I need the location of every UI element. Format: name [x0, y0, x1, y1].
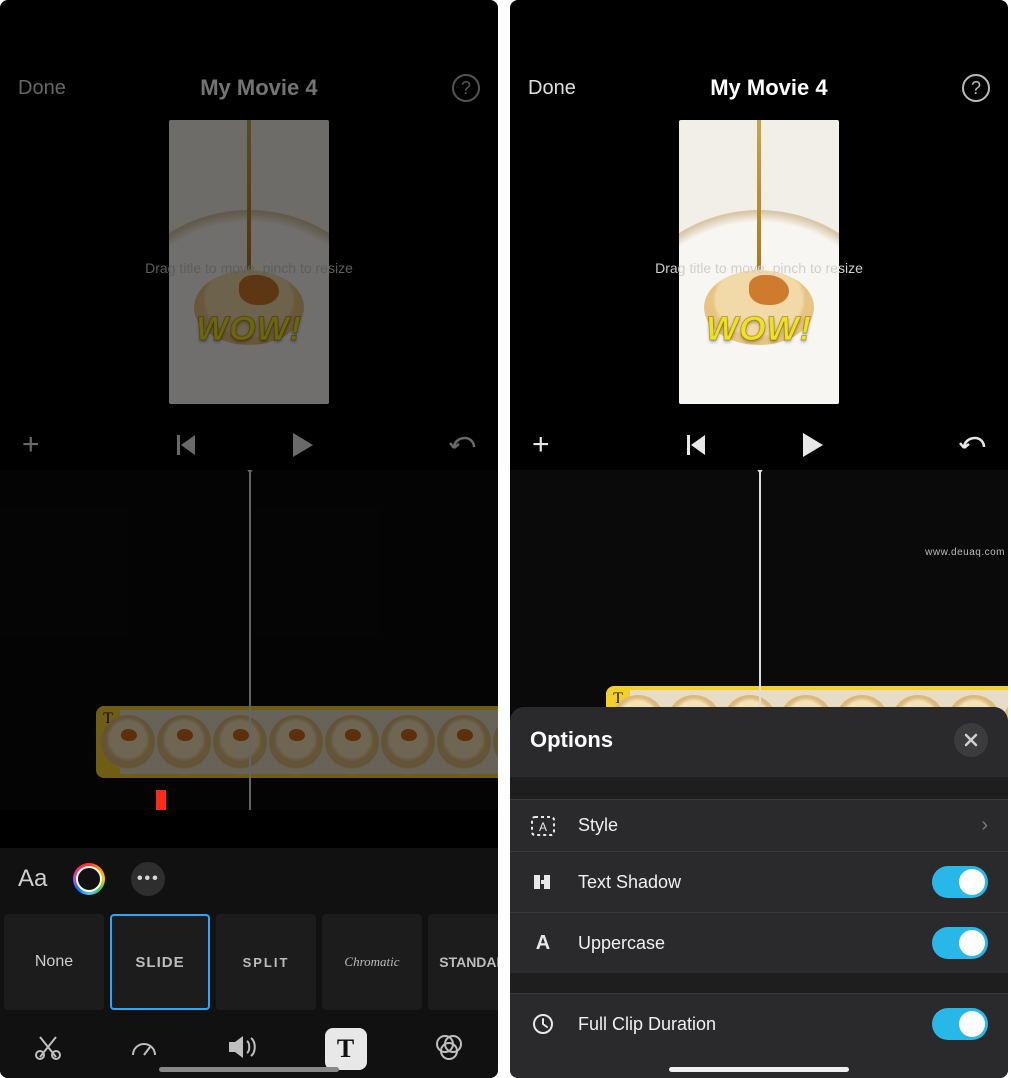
text-shadow-toggle[interactable]: [932, 866, 988, 898]
titles-tab-icon[interactable]: T: [325, 1028, 367, 1070]
style-standard[interactable]: STANDARD: [428, 914, 498, 1010]
project-title: My Movie 4: [710, 75, 827, 101]
close-button[interactable]: [954, 723, 988, 757]
cut-tab-icon[interactable]: [34, 1033, 62, 1066]
style-split[interactable]: SPLIT: [216, 914, 316, 1010]
sheet-separator: [510, 973, 1008, 993]
row-text-shadow[interactable]: Text Shadow: [510, 851, 1008, 912]
play-button[interactable]: [291, 433, 313, 457]
home-indicator[interactable]: [669, 1067, 849, 1072]
row-uppercase[interactable]: A Uppercase: [510, 912, 1008, 973]
title-toolbar: Aa ••• None SLIDE SPLIT Chromatic STANDA…: [0, 848, 498, 1078]
style-slide[interactable]: SLIDE: [110, 914, 210, 1010]
help-button[interactable]: ?: [962, 74, 990, 102]
timeline-controls: +: [0, 420, 498, 470]
style-icon: A: [530, 816, 556, 836]
clip-thumb: [269, 715, 323, 769]
undo-button[interactable]: [448, 434, 476, 456]
clock-icon: [530, 1013, 556, 1035]
help-button[interactable]: ?: [452, 74, 480, 102]
clip-thumb: [157, 715, 211, 769]
add-media-button[interactable]: +: [532, 428, 550, 462]
syrup-graphic: [749, 275, 789, 305]
preview-area[interactable]: WOW! Drag title to move, pinch to resize: [0, 120, 498, 420]
watermark: www.deuaq.com: [925, 547, 1005, 558]
preview-area[interactable]: WOW! Drag title to move, pinch to resize: [510, 120, 1008, 420]
volume-tab-icon[interactable]: [227, 1034, 257, 1065]
timeline-controls: +: [510, 420, 1008, 470]
drag-hint: Drag title to move, pinch to resize: [0, 260, 498, 276]
playhead[interactable]: [249, 470, 251, 810]
style-none[interactable]: None: [4, 914, 104, 1010]
skip-to-start-button[interactable]: [175, 435, 197, 455]
uppercase-icon: A: [530, 932, 556, 955]
clip-thumb: [493, 715, 498, 769]
clip-thumb: [325, 715, 379, 769]
row-label: Uppercase: [578, 933, 665, 954]
clip-thumb: [437, 715, 491, 769]
skip-to-start-button[interactable]: [685, 435, 707, 455]
done-button[interactable]: Done: [18, 77, 66, 100]
play-button[interactable]: [801, 433, 823, 457]
right-screenshot: Done My Movie 4 ? WOW! Drag title to mov…: [510, 0, 1008, 1078]
add-media-button[interactable]: +: [22, 428, 40, 462]
full-clip-toggle[interactable]: [932, 1008, 988, 1040]
style-chromatic[interactable]: Chromatic: [322, 914, 422, 1010]
row-label: Text Shadow: [578, 872, 681, 893]
more-options-button[interactable]: •••: [131, 862, 165, 896]
svg-text:A: A: [539, 820, 547, 834]
shadow-icon: [530, 872, 556, 892]
project-title: My Movie 4: [200, 75, 317, 101]
clip-thumb: [101, 715, 155, 769]
row-label: Full Clip Duration: [578, 1014, 716, 1035]
sheet-title: Options: [530, 727, 613, 753]
header: Done My Movie 4 ?: [0, 56, 498, 120]
left-screenshot: Done My Movie 4 ? WOW! Drag title to mov…: [0, 0, 498, 1078]
timeline-clip[interactable]: T: [96, 706, 498, 778]
filters-tab-icon[interactable]: [434, 1033, 464, 1066]
title-style-strip[interactable]: None SLIDE SPLIT Chromatic STANDARD: [0, 910, 498, 1020]
color-picker-button[interactable]: [73, 863, 105, 895]
row-full-clip-duration[interactable]: Full Clip Duration: [510, 993, 1008, 1054]
row-style[interactable]: A Style ›: [510, 799, 1008, 851]
speed-tab-icon[interactable]: [129, 1033, 159, 1066]
title-overlay-text[interactable]: WOW!: [679, 310, 839, 349]
timeline[interactable]: T: [0, 470, 498, 810]
home-indicator[interactable]: [159, 1067, 339, 1072]
font-button[interactable]: Aa: [18, 865, 47, 893]
drag-hint: Drag title to move, pinch to resize: [510, 260, 1008, 276]
options-sheet: Options A Style ›: [510, 707, 1008, 1078]
chevron-right-icon: ›: [981, 814, 988, 837]
done-button[interactable]: Done: [528, 77, 576, 100]
uppercase-toggle[interactable]: [932, 927, 988, 959]
undo-button[interactable]: [958, 434, 986, 456]
title-overlay-text[interactable]: WOW!: [169, 310, 329, 349]
row-label: Style: [578, 815, 618, 836]
sheet-separator: [510, 777, 1008, 799]
clip-thumb: [213, 715, 267, 769]
clip-thumb: [381, 715, 435, 769]
header: Done My Movie 4 ?: [510, 56, 1008, 120]
annotation-arrow: [148, 790, 172, 810]
syrup-graphic: [239, 275, 279, 305]
